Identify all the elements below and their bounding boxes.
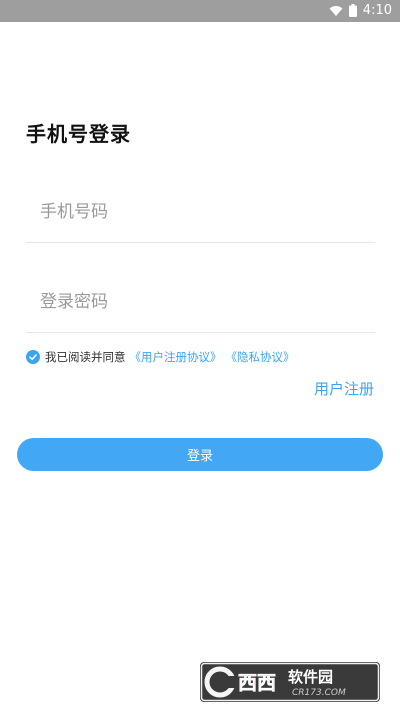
page-title: 手机号登录 — [26, 122, 131, 146]
watermark-logo-icon: 西西 软件园 CR173.COM — [200, 662, 380, 702]
user-agreement-link[interactable]: 《用户注册协议》 — [130, 349, 222, 365]
agreement-row: 我已阅读并同意 《用户注册协议》 《隐私协议》 — [26, 348, 295, 366]
agreement-text: 我已阅读并同意 — [45, 350, 126, 364]
svg-text:西西: 西西 — [238, 672, 276, 694]
phone-field — [26, 182, 375, 243]
status-bar: 4:10 — [0, 0, 400, 22]
battery-icon — [348, 2, 357, 21]
privacy-policy-link[interactable]: 《隐私协议》 — [226, 349, 295, 365]
watermark-logo: 西西 软件园 CR173.COM — [200, 662, 380, 702]
status-icons: 4:10 — [329, 2, 392, 20]
register-link[interactable]: 用户注册 — [314, 378, 374, 400]
status-time: 4:10 — [362, 3, 392, 18]
wifi-icon — [329, 2, 343, 21]
agreement-checkbox[interactable] — [26, 350, 40, 364]
svg-text:软件园: 软件园 — [288, 668, 333, 686]
phone-input[interactable] — [40, 194, 360, 230]
login-button[interactable]: 登录 — [17, 438, 383, 471]
password-field — [26, 272, 375, 333]
password-input[interactable] — [40, 284, 360, 320]
check-icon — [29, 354, 37, 361]
svg-text:CR173.COM: CR173.COM — [292, 688, 346, 698]
